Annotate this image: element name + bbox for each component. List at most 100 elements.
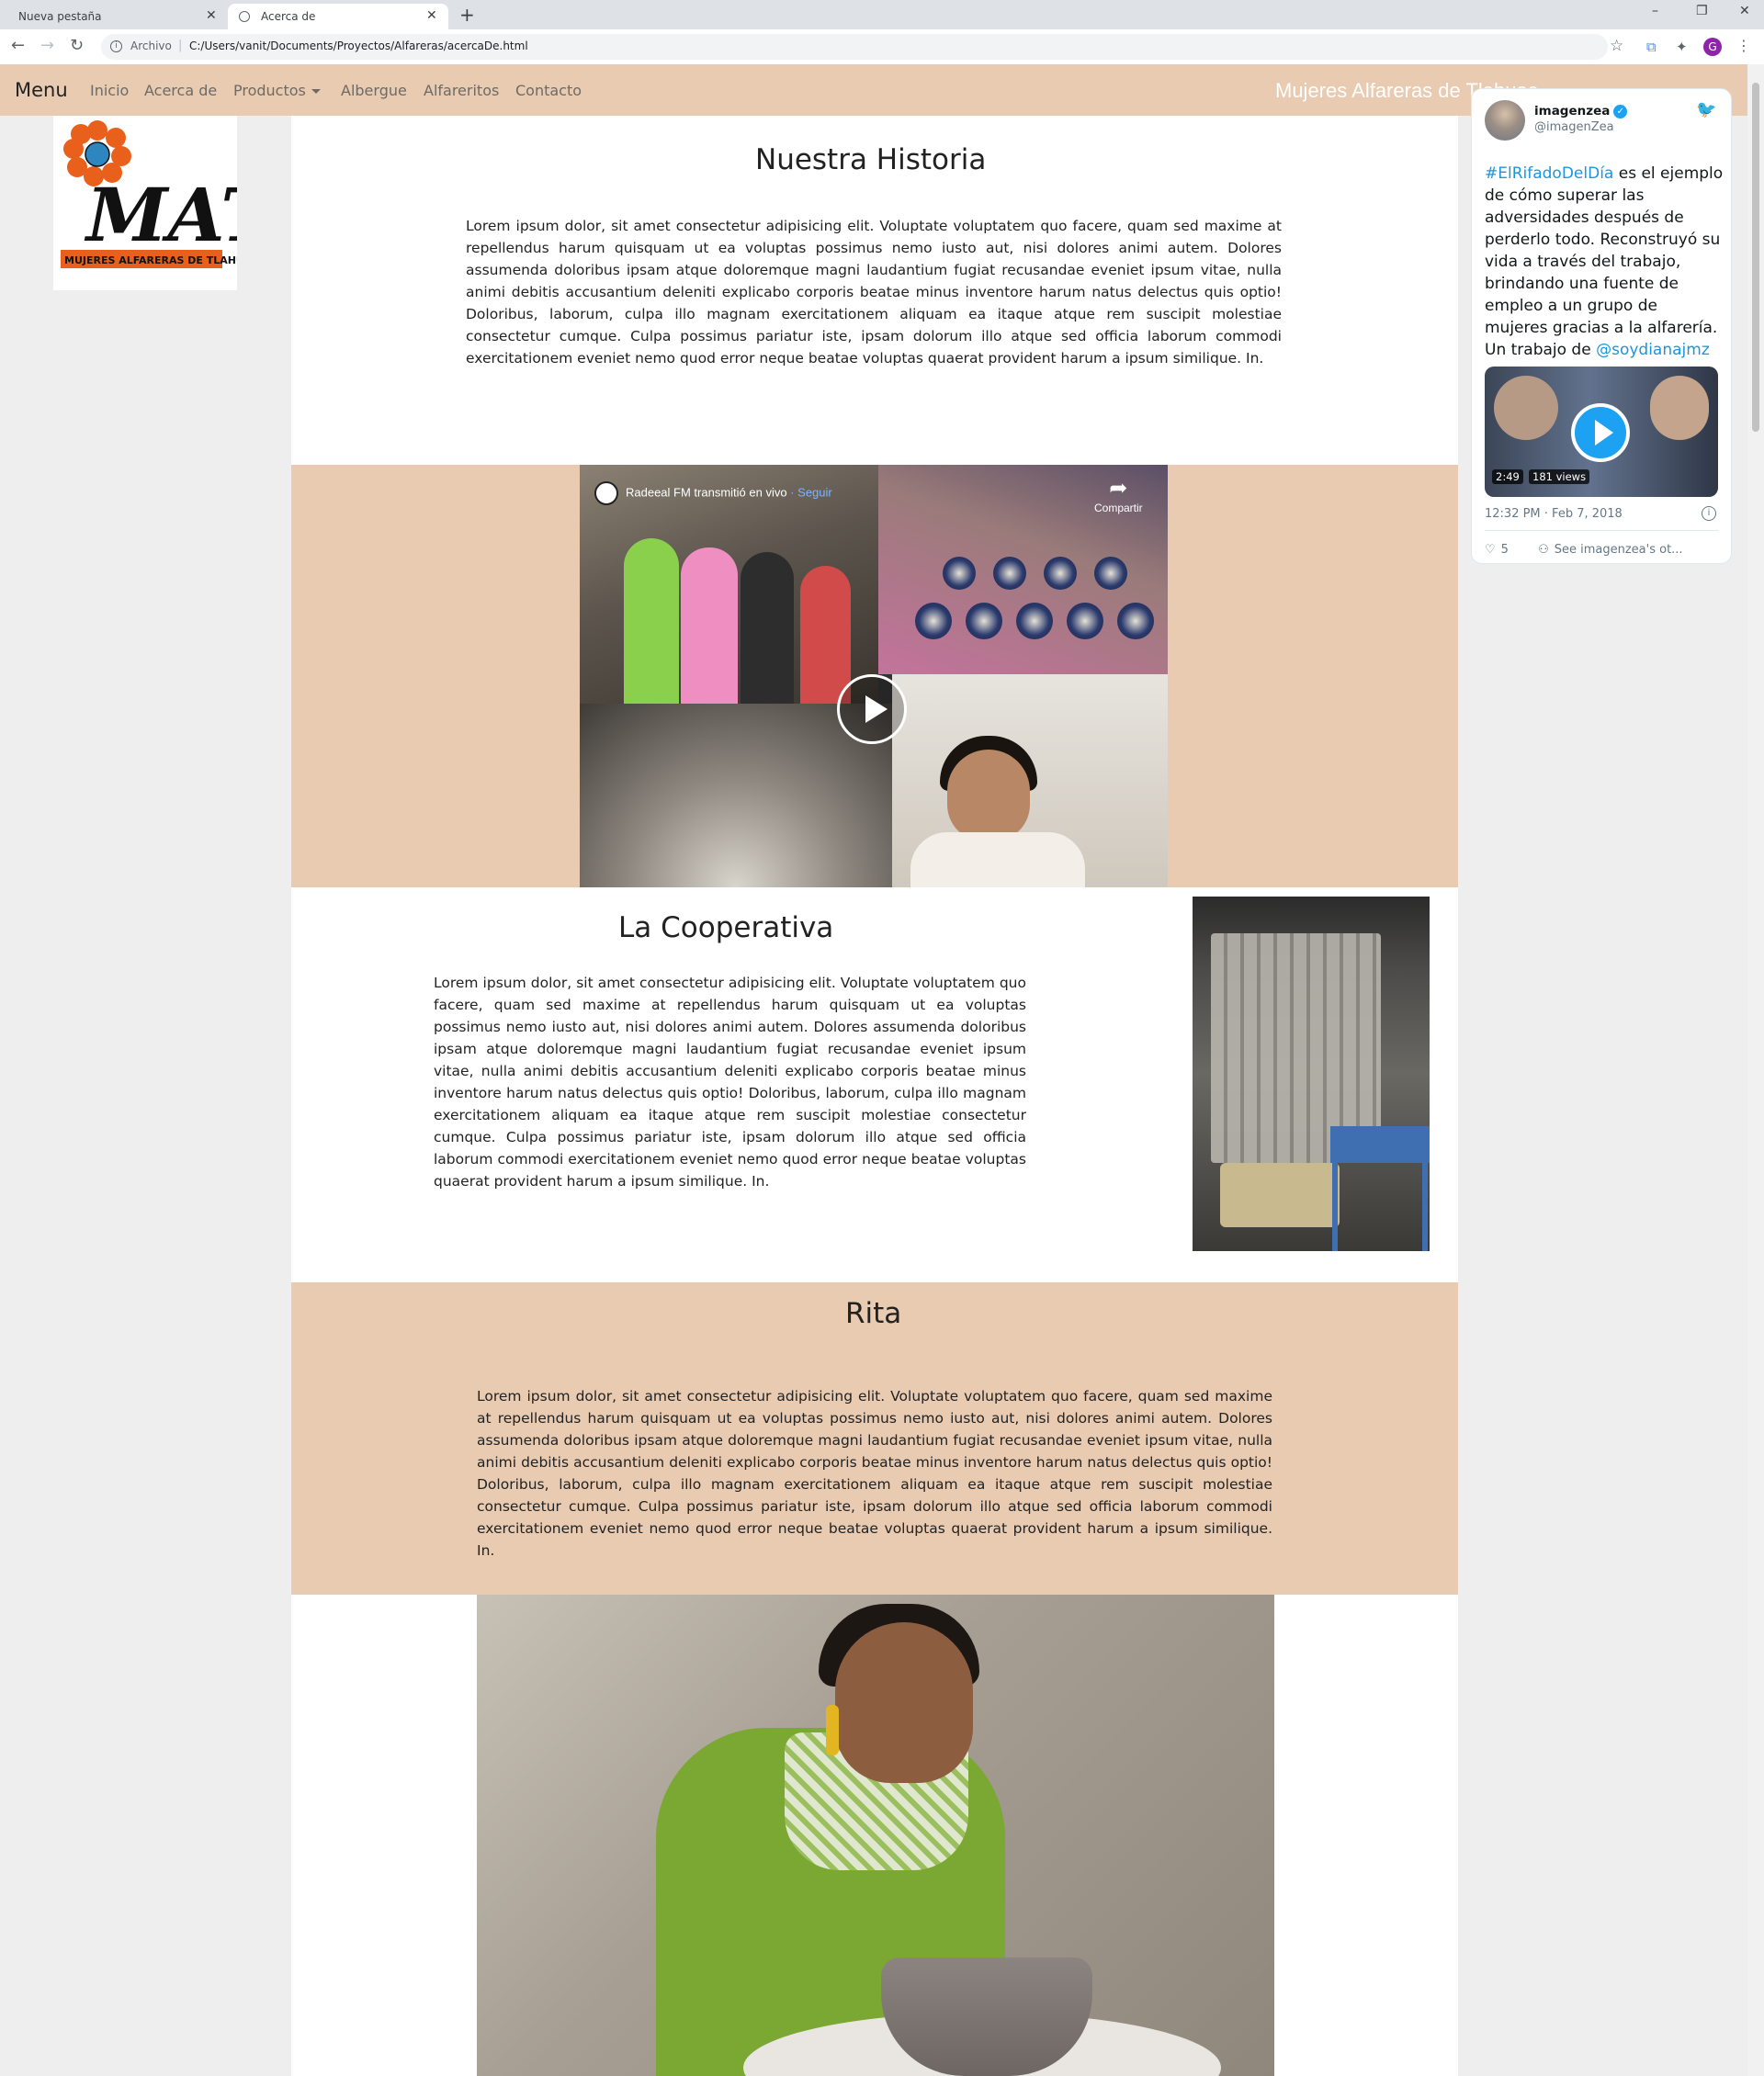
tweet-body: es el ejemplo de cómo superar las advers… [1485,164,1724,359]
twitter-embed[interactable]: imagenzea ✓ @imagenZea 🐦 #ElRifadoDelDía … [1471,88,1732,564]
video-duration: 2:49 [1492,469,1523,484]
news-anchor-right [1650,376,1709,440]
page-scrollbar[interactable] [1747,64,1764,2076]
nav-dropdown-productos[interactable]: Productos [233,82,321,99]
kiln-image [1193,897,1430,1251]
address-separator: | [178,39,183,52]
share-button[interactable]: ➦ Compartir [1094,476,1143,514]
forward-icon[interactable]: → [40,36,54,55]
nav-link-alfareritos[interactable]: Alfareritos [424,82,499,99]
pot-shape [1094,557,1127,590]
url-text[interactable]: C:/Users/vanit/Documents/Proyectos/Alfar… [189,39,528,52]
close-tab-icon[interactable]: ✕ [206,8,217,23]
channel-avatar [594,481,618,505]
tweet-handle[interactable]: @imagenZea [1534,120,1614,134]
section-title: Rita [845,1297,902,1330]
svg-text:MUJERES ALFARERAS DE TLAHUAC: MUJERES ALFARERAS DE TLAHUAC [64,254,237,266]
person-figure [741,552,794,704]
profile-avatar[interactable]: G [1703,38,1722,56]
tweet-avatar[interactable] [1485,100,1525,141]
earring-shape [826,1705,839,1755]
info-icon[interactable]: i [1702,506,1716,521]
video-views: 181 views [1529,469,1590,484]
scheme-label: Archivo [130,39,172,52]
close-tab-icon[interactable]: ✕ [426,8,437,23]
divider [1485,530,1718,531]
address-bar[interactable]: i Archivo | C:/Users/vanit/Documents/Pro… [101,34,1608,60]
follow-link[interactable]: · Seguir [790,485,832,499]
table-leg [1422,1163,1428,1251]
close-window-icon[interactable]: ✕ [1739,4,1750,18]
section-body: Lorem ipsum dolor, sit amet consectetur … [466,218,1282,367]
table-shape [1330,1126,1430,1163]
like-count: 5 [1500,543,1509,557]
bookmark-star-icon[interactable]: ☆ [1610,37,1623,55]
section-video: Radeeal FM transmitió en vivo · Seguir ➦… [291,465,1458,887]
potter-head [835,1622,973,1783]
extensions-icon[interactable]: ✦ [1676,39,1688,55]
pot-shape [1067,603,1103,639]
pot-shape [1016,603,1053,639]
facebook-video-embed[interactable]: Radeeal FM transmitió en vivo · Seguir ➦… [580,465,1168,887]
logo-graphic: MAT MUJERES ALFARERAS DE TLAHUAC [61,120,280,268]
tab-title: Acerca de [261,10,316,23]
play-button-icon[interactable] [837,674,907,744]
potter-photo [477,1595,1274,2076]
navbar-brand[interactable]: Menu [15,79,68,101]
tab-strip: Nueva pestaña ✕ Acerca de ✕ + – ❐ ✕ [0,0,1764,29]
pot-shape [993,557,1026,590]
section-title: Nuestra Historia [755,143,987,176]
left-gutter [0,116,291,2076]
clay-pot [881,1958,1092,2076]
kiln-base-shape [1220,1163,1340,1227]
site-logo[interactable]: MAT MUJERES ALFARERAS DE TLAHUAC [53,116,280,290]
nav-link-inicio[interactable]: Inicio [90,82,129,99]
restore-icon[interactable]: ❐ [1696,4,1708,18]
nav-link-albergue[interactable]: Albergue [341,82,407,99]
svg-text:MAT: MAT [84,172,237,258]
info-icon[interactable]: i [110,40,122,52]
video-header: Radeeal FM transmitió en vivo · Seguir [594,481,832,505]
user-icon[interactable]: ⚇ [1538,543,1549,557]
tweet-author[interactable]: imagenzea ✓ [1534,104,1628,118]
share-icon: ➦ [1109,476,1128,501]
scrollbar-thumb[interactable] [1752,83,1759,432]
back-icon[interactable]: ← [11,36,25,55]
mention-link[interactable]: @soydianajmz [1596,341,1710,359]
section-historia: Nuestra Historia Lorem ipsum dolor, sit … [291,116,1458,465]
nav-link-contacto[interactable]: Contacto [515,82,582,99]
person-figure [681,547,738,704]
woman-face [947,750,1030,841]
section-title: La Cooperativa [618,911,834,944]
tab-acerca-de[interactable]: Acerca de ✕ [228,4,448,29]
section-cooperativa: La Cooperativa Lorem ipsum dolor, sit am… [291,887,1458,1282]
new-tab-button[interactable]: + [459,4,475,26]
pot-shape [1117,603,1154,639]
hashtag-link[interactable]: #ElRifadoDelDía [1485,164,1613,183]
tab-nueva-pestana[interactable]: Nueva pestaña ✕ [0,4,225,29]
share-label: Compartir [1094,502,1143,514]
tab-title: Nueva pestaña [18,10,102,23]
pot-shape [1044,557,1077,590]
pot-shape [943,557,976,590]
play-button-icon[interactable] [1571,403,1630,462]
toolbar: ← → ↻ i Archivo | C:/Users/vanit/Documen… [0,29,1764,65]
see-more-link[interactable]: See imagenzea's ot... [1555,543,1683,557]
tweet-timestamp[interactable]: 12:32 PM · Feb 7, 2018 [1485,507,1623,521]
twitter-bird-icon[interactable]: 🐦 [1696,100,1716,119]
reload-icon[interactable]: ↻ [70,36,84,55]
verified-icon: ✓ [1613,104,1628,118]
nav-link-acerca-de[interactable]: Acerca de [144,82,217,99]
minimize-icon[interactable]: – [1652,4,1658,18]
person-figure [800,566,851,704]
news-anchor-left [1494,376,1558,440]
translate-icon[interactable]: ⧉ [1646,39,1657,55]
globe-icon [239,11,250,22]
tweet-video[interactable]: 2:49 181 views [1485,367,1718,497]
menu-kebab-icon[interactable]: ⋮ [1736,37,1751,54]
pot-shape [966,603,1002,639]
author-name: imagenzea [1534,104,1611,118]
main-content: Nuestra Historia Lorem ipsum dolor, sit … [291,116,1458,2076]
heart-icon[interactable]: ♡ [1485,543,1496,557]
channel-name[interactable]: Radeeal FM transmitió en vivo [626,485,787,499]
